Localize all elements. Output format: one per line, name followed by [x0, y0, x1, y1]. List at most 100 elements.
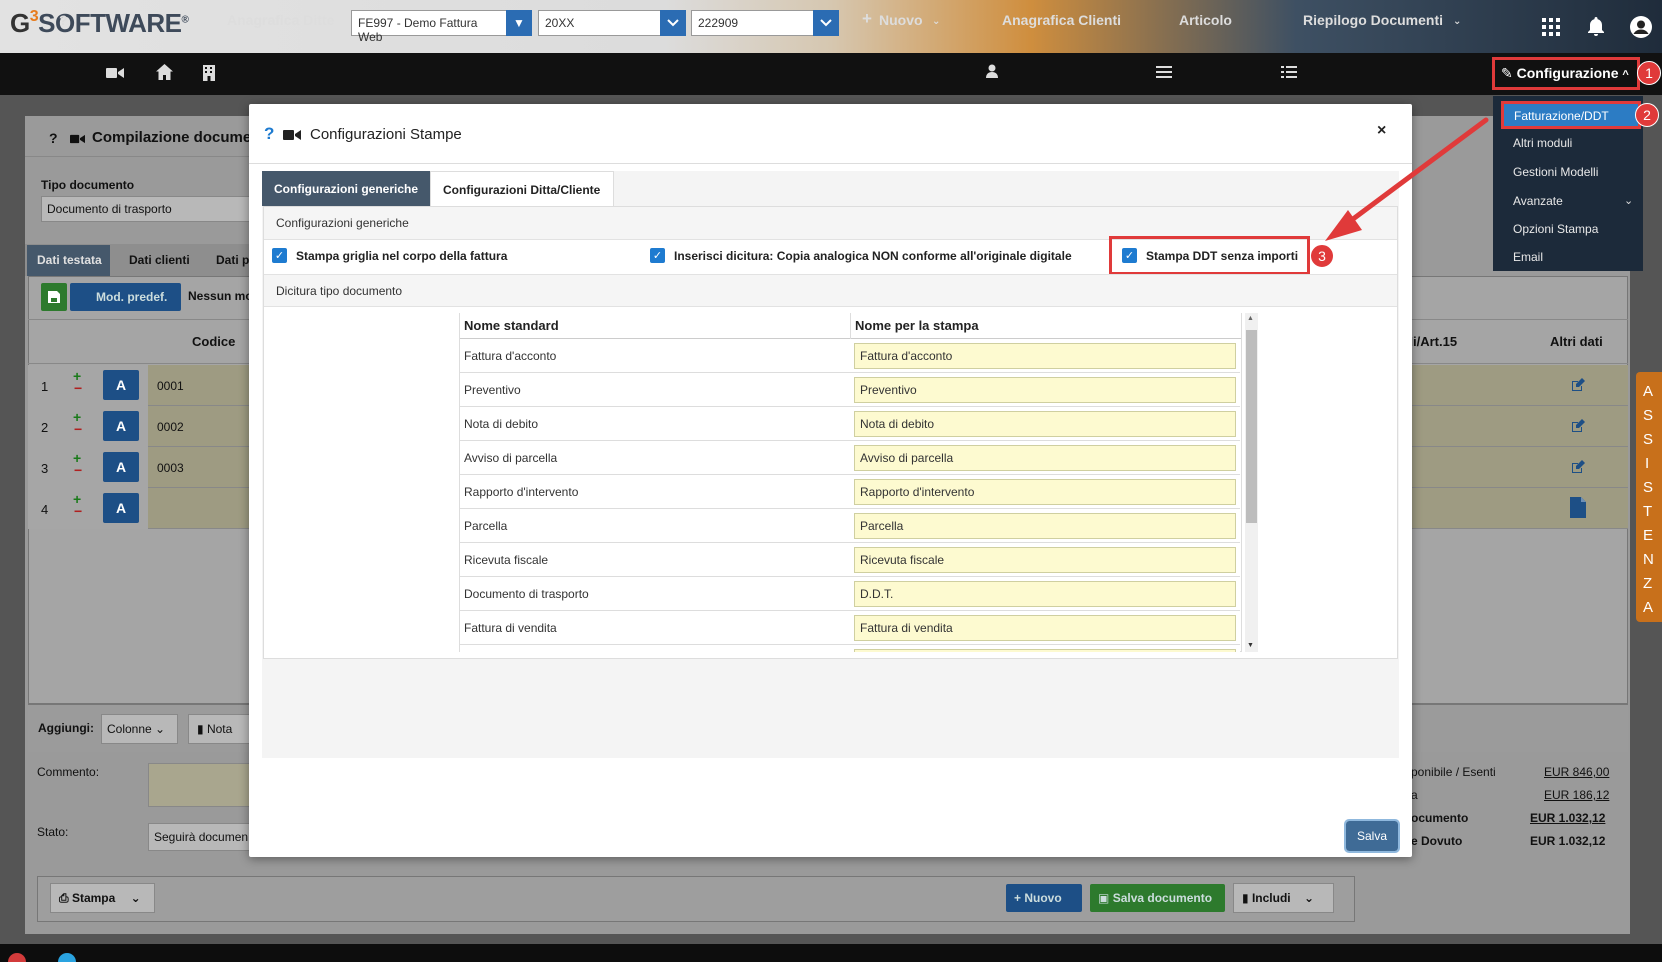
bg-total-value[interactable]: EUR 1.032,12 [1530, 811, 1605, 825]
bg-nota-button[interactable]: ▮ Nota [188, 714, 253, 744]
code-select-chevron-icon[interactable] [813, 10, 839, 36]
scroll-up-icon[interactable]: ▲ [1247, 315, 1254, 322]
bg-tab-dati-p[interactable]: Dati p [216, 253, 249, 267]
chevron-down-icon[interactable]: ⌄ [1624, 194, 1633, 207]
bg-help-icon[interactable]: ? [49, 130, 58, 146]
code-select[interactable]: 222909 [691, 10, 815, 36]
nav-configurazione[interactable]: ✎ Configurazione ^ [1492, 57, 1640, 90]
bg-stampa-button[interactable]: ⎙ Stampa ⌄ [50, 883, 155, 913]
bg-includi-button[interactable]: ▮ Includi ⌄ [1233, 883, 1334, 913]
grid-icon[interactable] [1540, 16, 1562, 38]
menu-item-opzioni-stampa[interactable]: Opzioni Stampa [1513, 222, 1598, 236]
bell-icon[interactable] [1585, 15, 1607, 39]
remove-row-icon[interactable]: − [74, 421, 82, 437]
bg-save-icon[interactable] [41, 283, 67, 311]
menu-item-gestioni-modelli[interactable]: Gestioni Modelli [1513, 165, 1598, 179]
bg-total-label: ponibile / Esenti [1411, 765, 1496, 779]
company-select[interactable]: FE997 - Demo Fattura Web [351, 10, 507, 44]
building-icon [203, 65, 215, 84]
bg-tab-dati-testata[interactable]: Dati testata [27, 245, 110, 276]
logo: G3SOFTWARE® [10, 8, 189, 38]
row-nome-stampa-input[interactable]: D.D.T. [854, 581, 1236, 607]
row-nome-stampa-input[interactable]: Parcella [854, 513, 1236, 539]
document-icon[interactable] [1570, 497, 1586, 521]
bg-commento-textarea[interactable] [148, 763, 251, 807]
row-nome-stampa-input[interactable]: Fattura d'acconto [854, 343, 1236, 369]
scroll-down-icon[interactable]: ▼ [1247, 642, 1254, 649]
row-nome-stampa-input[interactable]: Avviso di parcella [854, 445, 1236, 471]
row-nome-stampa-input[interactable]: Preventivo [854, 377, 1236, 403]
nav-articolo[interactable]: Articolo [1179, 12, 1232, 28]
bg-colonne-select[interactable]: Colonne ⌄ [101, 714, 178, 744]
edit-icon[interactable] [1571, 419, 1585, 436]
row-a-button[interactable]: A [103, 370, 139, 400]
row-nome-stampa-input-partial[interactable] [854, 649, 1236, 652]
modal-video-icon[interactable] [283, 129, 301, 144]
menu-item-email[interactable]: Email [1513, 250, 1543, 264]
chevron-down-icon: ⌄ [1303, 891, 1315, 905]
row-nome-stampa-input[interactable]: Fattura di vendita [854, 615, 1236, 641]
video-icon[interactable] [106, 67, 124, 82]
file-icon: ▮ [1242, 891, 1249, 905]
menu-item-altri-moduli[interactable]: Altri moduli [1513, 136, 1572, 150]
chevron-down-icon[interactable]: ⌄ [932, 16, 940, 27]
menu-item-fatturazione-ddt[interactable]: Fatturazione/DDT [1501, 101, 1641, 129]
row-nome-standard: Fattura d'acconto [464, 349, 557, 363]
close-icon[interactable]: × [1377, 122, 1386, 140]
edit-icon[interactable] [1571, 378, 1585, 395]
tab-configurazioni-generiche[interactable]: Configurazioni generiche [262, 171, 430, 206]
remove-row-icon[interactable]: − [74, 503, 82, 519]
row-a-button[interactable]: A [103, 411, 139, 441]
salva-button[interactable]: Salva [1344, 819, 1400, 853]
row-nome-stampa-input[interactable]: Nota di debito [854, 411, 1236, 437]
row-nome-standard: Rapporto d'intervento [464, 485, 579, 499]
plus-icon: + [1014, 891, 1022, 905]
year-select-chevron-icon[interactable] [660, 10, 686, 36]
row-nome-standard: Documento di trasporto [464, 587, 589, 601]
bg-nuovo-button[interactable]: + Nuovo [1006, 884, 1082, 912]
bg-page-title: Compilazione docume [92, 129, 252, 146]
tab-configurazioni-ditta-cliente[interactable]: Configurazioni Ditta/Cliente [430, 171, 614, 206]
bg-mod-predef-button[interactable]: Mod. predef. [70, 283, 181, 311]
nav-nuovo[interactable]: Nuovo [879, 12, 923, 28]
col-nome-stampa: Nome per la stampa [851, 313, 1241, 339]
row-a-button[interactable]: A [103, 493, 139, 523]
year-select[interactable]: 20XX [538, 10, 662, 36]
edit-icon[interactable] [1571, 460, 1585, 477]
bg-salva-documento-button[interactable]: ▣ Salva documento [1090, 884, 1225, 912]
bg-stato-select[interactable]: Seguirà documen [148, 823, 251, 851]
user-icon[interactable] [1629, 15, 1653, 39]
help-icon[interactable]: ? [59, 12, 68, 28]
scrollbar-thumb[interactable] [1246, 330, 1257, 523]
row-nome-stampa-input[interactable]: Rapporto d'intervento [854, 479, 1236, 505]
nav-anagrafica-clienti[interactable]: Anagrafica Clienti [1002, 12, 1121, 28]
remove-row-icon[interactable]: − [74, 462, 82, 478]
nav-riepilogo-documenti[interactable]: Riepilogo Documenti [1303, 12, 1443, 28]
modal-help-icon[interactable]: ? [264, 124, 274, 144]
nav-anagrafica-ditte[interactable]: Anagrafica Ditte [227, 12, 334, 28]
bg-video-icon[interactable] [70, 133, 85, 147]
chevron-down-icon[interactable]: ⌄ [1453, 16, 1461, 27]
checkbox-copia-analogica[interactable]: ✓ [650, 248, 665, 263]
assist-letter: T [1643, 503, 1653, 520]
bg-tab-dati-clienti[interactable]: Dati clienti [129, 253, 190, 267]
bg-row-code: 0002 [157, 420, 184, 434]
company-select-caret-icon[interactable]: ▼ [506, 10, 532, 36]
checkbox-stampa-ddt-senza-importi[interactable]: ✓ [1122, 248, 1137, 263]
bg-divider [25, 156, 250, 157]
printer-icon: ⎙ [59, 891, 69, 905]
bg-tipo-select[interactable]: Documento di trasporto [41, 196, 251, 222]
bg-col-codice: Codice [192, 334, 236, 349]
bg-total-value[interactable]: EUR 846,00 [1544, 765, 1609, 779]
bg-row-number: 3 [41, 461, 49, 476]
row-a-button[interactable]: A [103, 452, 139, 482]
label-stampa-griglia: Stampa griglia nel corpo della fattura [296, 249, 508, 263]
remove-row-icon[interactable]: − [74, 380, 82, 396]
checkbox-stampa-griglia[interactable]: ✓ [272, 248, 287, 263]
menu-item-avanzate[interactable]: Avanzate [1513, 194, 1563, 208]
row-nome-stampa-input[interactable]: Ricevuta fiscale [854, 547, 1236, 573]
os-taskbar [0, 944, 1662, 962]
row-nome-standard: Avviso di parcella [464, 451, 558, 465]
home-icon[interactable] [156, 64, 173, 83]
bg-total-value[interactable]: EUR 186,12 [1544, 788, 1609, 802]
